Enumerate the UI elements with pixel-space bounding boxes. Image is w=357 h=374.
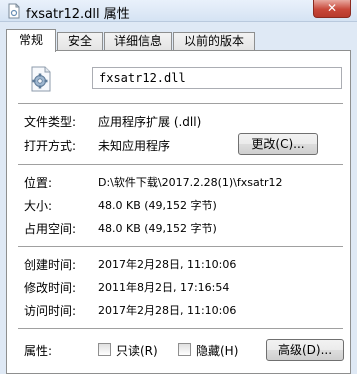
file-type-value: 应用程序扩展 (.dll) bbox=[98, 115, 202, 129]
modified-value: 2011年8月2日, 17:16:54 bbox=[98, 281, 230, 294]
advanced-button[interactable]: 高级(D)... bbox=[266, 339, 344, 361]
modified-label: 修改时间: bbox=[24, 281, 77, 295]
created-value: 2017年2月28日, 11:10:06 bbox=[98, 258, 237, 271]
location-value: D:\软件下载\2017.2.28(1)\fxsatr12 bbox=[98, 176, 283, 189]
tab-previous-versions[interactable]: 以前的版本 bbox=[173, 32, 255, 51]
readonly-label[interactable]: 只读(R) bbox=[116, 342, 158, 359]
size-label: 大小: bbox=[24, 199, 53, 213]
document-icon bbox=[8, 3, 20, 19]
window-title: fxsatr12.dll 属性 bbox=[26, 7, 130, 22]
change-button[interactable]: 更改(C)... bbox=[238, 133, 318, 155]
tab-security[interactable]: 安全 bbox=[57, 32, 103, 51]
tab-general[interactable]: 常规 bbox=[6, 29, 56, 52]
file-name-field[interactable]: fxsatr12.dll bbox=[92, 67, 342, 89]
size-on-disk-label: 占用空间: bbox=[24, 222, 77, 236]
tab-details[interactable]: 详细信息 bbox=[104, 32, 172, 51]
divider bbox=[18, 246, 343, 248]
divider bbox=[18, 164, 343, 166]
accessed-value: 2017年2月28日, 11:10:06 bbox=[98, 304, 237, 317]
attributes-label: 属性: bbox=[24, 344, 53, 358]
file-type-label: 文件类型: bbox=[24, 115, 77, 129]
readonly-checkbox[interactable] bbox=[98, 343, 111, 356]
location-label: 位置: bbox=[24, 176, 53, 190]
divider bbox=[18, 328, 343, 330]
created-label: 创建时间: bbox=[24, 258, 77, 272]
accessed-label: 访问时间: bbox=[24, 304, 77, 318]
close-button[interactable]: ✕ bbox=[313, 0, 351, 18]
dll-file-gear-icon bbox=[31, 66, 51, 92]
divider bbox=[18, 103, 343, 105]
title-bar: fxsatr12.dll 属性 ✕ bbox=[0, 0, 357, 22]
open-with-value: 未知应用程序 bbox=[98, 139, 171, 153]
size-value: 48.0 KB (49,152 字节) bbox=[98, 199, 217, 212]
hidden-checkbox[interactable] bbox=[178, 343, 191, 356]
open-with-label: 打开方式: bbox=[24, 139, 77, 153]
size-on-disk-value: 48.0 KB (49,152 字节) bbox=[98, 222, 217, 235]
hidden-label[interactable]: 隐藏(H) bbox=[196, 342, 238, 359]
tab-bar: 常规 安全 详细信息 以前的版本 bbox=[6, 29, 351, 52]
